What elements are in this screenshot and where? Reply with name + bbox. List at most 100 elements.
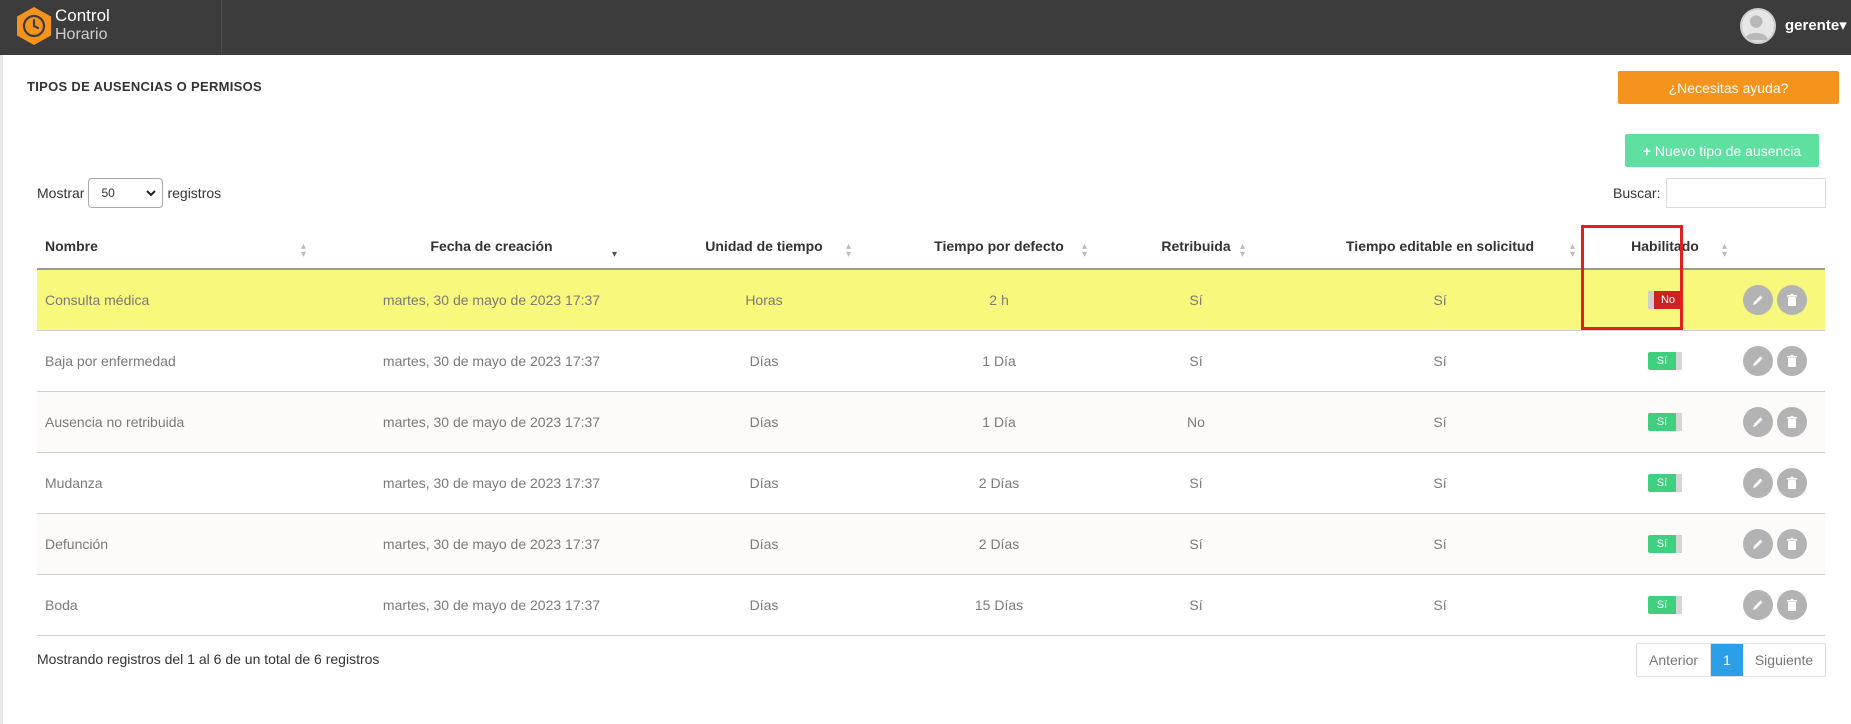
sort-desc-icon: ▾ [611, 249, 617, 260]
user-name: gerente [1785, 17, 1840, 34]
edit-button[interactable] [1743, 528, 1773, 559]
pagination-page-1[interactable]: 1 [1711, 644, 1743, 676]
table-row[interactable]: Ausencia no retribuida martes, 30 de may… [37, 391, 1825, 453]
delete-button[interactable] [1777, 406, 1807, 437]
cell-name: Ausencia no retribuida [37, 391, 336, 453]
column-header-paid[interactable]: Retribuida ▴ ▾ [1117, 223, 1275, 270]
edit-button[interactable] [1743, 345, 1773, 376]
cell-enabled: Sí [1605, 452, 1725, 514]
sort-icon: ▴ ▾ [1569, 241, 1575, 260]
toggle-label: Sí [1656, 415, 1668, 428]
toggle-label: Sí [1656, 476, 1668, 489]
absence-types-table: Nombre ▴ ▾ Fecha de creación ▾ Unidad de ti… [37, 223, 1825, 636]
table-header-row: Nombre ▴ ▾ Fecha de creación ▾ Unidad de ti… [37, 223, 1825, 270]
trash-icon [1787, 476, 1797, 489]
cell-editable: Sí [1275, 391, 1605, 453]
table-row[interactable]: Boda martes, 30 de mayo de 2023 17:37 Dí… [37, 574, 1825, 636]
enabled-toggle[interactable]: Sí [1648, 412, 1682, 431]
trash-icon [1787, 354, 1797, 367]
delete-button[interactable] [1777, 467, 1807, 498]
toggle-knob [1676, 351, 1682, 370]
cell-name: Baja por enfermedad [37, 330, 336, 392]
cell-name: Consulta médica [37, 269, 336, 331]
toggle-label: Sí [1656, 537, 1668, 550]
cell-paid: Sí [1117, 513, 1275, 575]
enabled-toggle[interactable]: Sí [1648, 473, 1682, 492]
sort-icon: ▴ ▾ [300, 241, 306, 260]
brand[interactable]: Control Horario [0, 0, 222, 55]
enabled-toggle[interactable]: Sí [1648, 595, 1682, 614]
edit-button[interactable] [1743, 467, 1773, 498]
cell-default-time: 2 Días [881, 452, 1117, 514]
toggle-knob [1676, 534, 1682, 553]
delete-button[interactable] [1777, 589, 1807, 620]
edit-button[interactable] [1743, 406, 1773, 437]
cell-enabled: Sí [1605, 513, 1725, 575]
pencil-icon [1753, 356, 1763, 366]
new-absence-type-button[interactable]: + Nuevo tipo de ausencia [1625, 134, 1819, 167]
cell-enabled: Sí [1605, 574, 1725, 636]
enabled-toggle[interactable]: Sí [1648, 351, 1682, 370]
avatar[interactable] [1740, 8, 1776, 44]
column-header-default-time[interactable]: Tiempo por defecto ▴ ▾ [881, 223, 1117, 270]
show-prefix: Mostrar [37, 185, 85, 201]
cell-default-time: 15 Días [881, 574, 1117, 636]
delete-button[interactable] [1777, 345, 1807, 376]
search-input[interactable] [1666, 178, 1827, 208]
cell-unit: Días [647, 513, 881, 575]
cell-unit: Días [647, 391, 881, 453]
column-header-editable[interactable]: Tiempo editable en solicitud ▴ ▾ [1275, 223, 1605, 270]
cell-default-time: 2 h [881, 269, 1117, 331]
plus-icon: + [1642, 142, 1655, 159]
cell-paid: Sí [1117, 574, 1275, 636]
pencil-icon [1753, 295, 1763, 305]
sort-icon: ▴ ▾ [1239, 241, 1245, 260]
cell-date: martes, 30 de mayo de 2023 17:37 [336, 330, 647, 392]
cell-editable: Sí [1275, 269, 1605, 331]
toggle-knob [1676, 473, 1682, 492]
enabled-toggle[interactable]: Sí [1648, 534, 1682, 553]
cell-name: Defunción [37, 513, 336, 575]
edit-button[interactable] [1743, 589, 1773, 620]
cell-paid: Sí [1117, 452, 1275, 514]
cell-actions [1725, 330, 1825, 392]
delete-button[interactable] [1777, 284, 1807, 315]
toggle-knob [1676, 412, 1682, 431]
column-header-actions [1725, 223, 1825, 270]
enabled-toggle[interactable]: No [1648, 290, 1682, 309]
page-length-value: 50 [101, 186, 115, 200]
cell-unit: Días [647, 452, 881, 514]
cell-default-time: 2 Días [881, 513, 1117, 575]
table-row[interactable]: Mudanza martes, 30 de mayo de 2023 17:37… [37, 452, 1825, 514]
table-info: Mostrando registros del 1 al 6 de un tot… [37, 651, 380, 667]
cell-unit: Días [647, 574, 881, 636]
chevron-down-icon: ▾ [1839, 17, 1847, 34]
toggle-label: Sí [1656, 354, 1668, 367]
cell-editable: Sí [1275, 513, 1605, 575]
help-button[interactable]: ¿Necesitas ayuda? [1618, 71, 1839, 104]
pagination: Anterior 1 Siguiente [1636, 643, 1827, 677]
toggle-label: No [1660, 293, 1676, 306]
trash-icon [1787, 598, 1797, 611]
table-row[interactable]: Consulta médica martes, 30 de mayo de 20… [37, 269, 1825, 331]
page-length-select[interactable]: 50 [88, 178, 164, 208]
column-header-unit[interactable]: Unidad de tiempo ▴ ▾ [647, 223, 881, 270]
edit-button[interactable] [1743, 284, 1773, 315]
cell-unit: Horas [647, 269, 881, 331]
column-header-name[interactable]: Nombre ▴ ▾ [37, 223, 336, 270]
column-header-date[interactable]: Fecha de creación ▾ [336, 223, 647, 270]
pagination-previous[interactable]: Anterior [1637, 644, 1712, 676]
user-menu[interactable]: gerente▾ [1785, 16, 1847, 34]
page-length-control: Mostrar 50 registros [37, 178, 221, 208]
trash-icon [1787, 293, 1797, 306]
delete-button[interactable] [1777, 528, 1807, 559]
column-header-enabled[interactable]: Habilitado ▴ ▾ [1605, 223, 1727, 270]
cell-enabled: Sí [1605, 330, 1725, 392]
table-row[interactable]: Baja por enfermedad martes, 30 de mayo d… [37, 330, 1825, 392]
sort-icon: ▴ ▾ [845, 241, 851, 260]
cell-actions [1725, 513, 1825, 575]
cell-editable: Sí [1275, 574, 1605, 636]
table-row[interactable]: Defunción martes, 30 de mayo de 2023 17:… [37, 513, 1825, 575]
cell-name: Boda [37, 574, 336, 636]
pagination-next[interactable]: Siguiente [1743, 644, 1825, 676]
